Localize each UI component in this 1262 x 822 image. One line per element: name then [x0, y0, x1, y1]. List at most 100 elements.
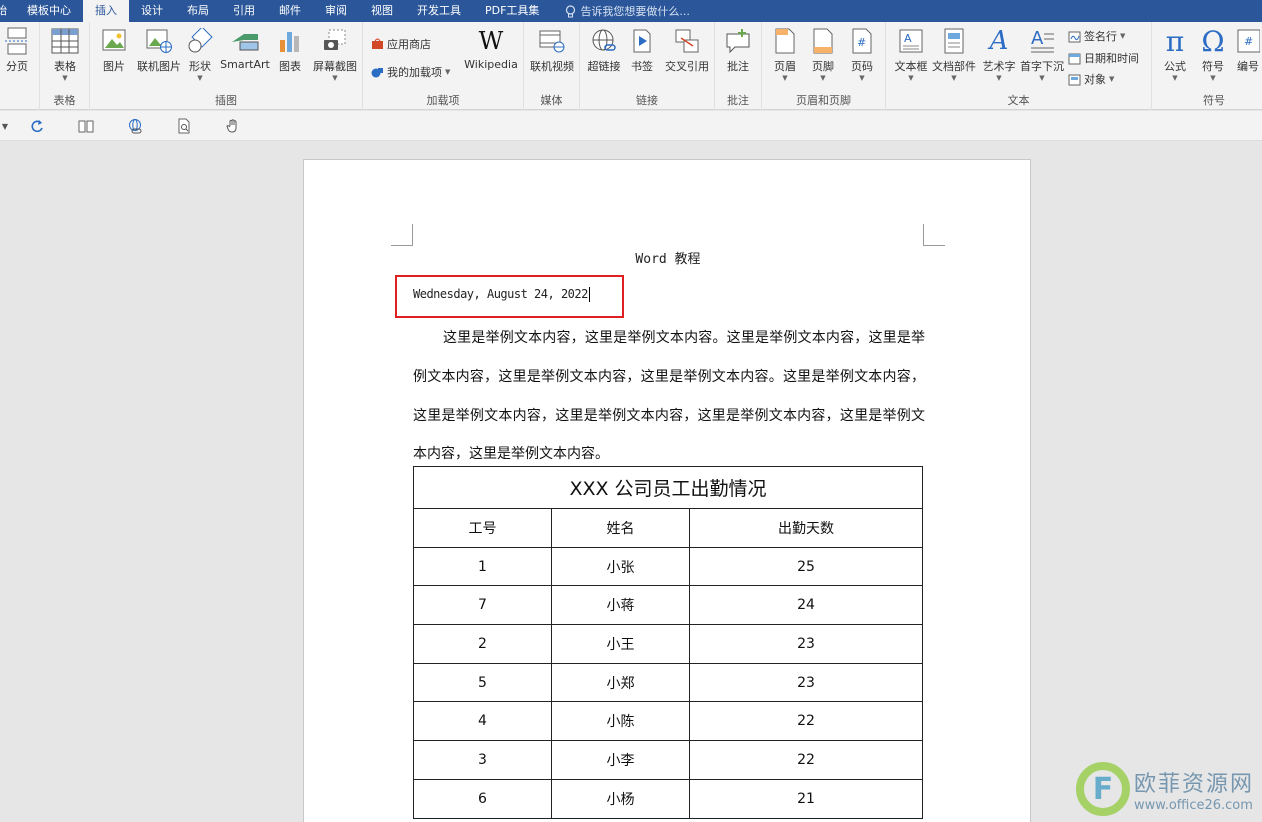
online-video-button[interactable]: 联机视频 [528, 25, 576, 87]
table-icon [51, 28, 79, 54]
table-row: 6 小杨 21 [413, 778, 923, 819]
textbox-button[interactable]: A 文本框 ▼ [888, 25, 934, 87]
svg-text:#: # [1244, 35, 1253, 48]
cell-id[interactable]: 3 [413, 740, 552, 780]
shapes-button[interactable]: 形状 ▼ [180, 25, 220, 87]
drop-cap-label: 首字下沉 [1020, 60, 1064, 73]
cell-name[interactable]: 小张 [551, 546, 690, 587]
object-button[interactable]: 对象 ▼ [1068, 71, 1114, 87]
table-button[interactable]: 表格 ▼ [42, 25, 88, 87]
cell-days[interactable]: 25 [689, 546, 923, 587]
calendar-icon [1068, 53, 1081, 64]
bookmark-button[interactable]: 书签 [620, 25, 664, 87]
cell-id[interactable]: 6 [413, 778, 552, 819]
object-caret-icon: ▼ [1109, 75, 1115, 83]
svg-text:#: # [857, 36, 866, 49]
print-preview-icon[interactable] [175, 117, 193, 135]
group-comments-label: 批注 [727, 94, 749, 107]
wordart-button[interactable]: A 艺术字 ▼ [976, 25, 1022, 87]
online-picture-button[interactable]: 联机图片 [134, 25, 184, 87]
numbering-button[interactable]: # 编号 [1228, 25, 1262, 87]
smartart-button[interactable]: SmartArt [220, 25, 270, 87]
qat-dropdown-icon[interactable]: ▼ [0, 117, 14, 135]
table-title[interactable]: XXX 公司员工出勤情况 [413, 466, 923, 509]
quick-parts-button[interactable]: 文档部件 ▼ [931, 25, 977, 87]
tab-developer[interactable]: 开发工具 [405, 0, 473, 22]
date-time-button[interactable]: 日期和时间 [1068, 50, 1139, 66]
tab-design[interactable]: 设计 [129, 0, 175, 22]
tab-references[interactable]: 引用 [221, 0, 267, 22]
tab-template-center[interactable]: 模板中心 [15, 0, 83, 22]
comment-button[interactable]: 批注 [715, 25, 761, 87]
tab-layout[interactable]: 布局 [175, 0, 221, 22]
chart-button[interactable]: 图表 [268, 25, 312, 87]
my-addins-button[interactable]: 我的加载项 ▼ [371, 64, 450, 80]
online-picture-label: 联机图片 [137, 60, 181, 73]
cell-name[interactable]: 小蒋 [551, 585, 690, 626]
cell-days[interactable]: 22 [689, 740, 923, 780]
cell-name[interactable]: 小李 [551, 740, 690, 780]
omega-icon: Ω [1201, 24, 1225, 58]
cross-reference-button[interactable]: 交叉引用 [662, 25, 712, 87]
cell-id[interactable]: 1 [413, 546, 552, 587]
signature-label: 签名行 [1084, 30, 1117, 43]
translate-icon[interactable] [126, 117, 144, 135]
group-text: A 文本框 ▼ 文档部件 ▼ A 艺术字 ▼ A 首字下沉 ▼ 签名行 ▼ 日期… [886, 22, 1152, 110]
cell-id[interactable]: 7 [413, 585, 552, 626]
screenshot-button[interactable]: 屏幕截图 ▼ [310, 25, 360, 87]
wordart-icon: A [989, 26, 1009, 56]
site-watermark: F 欧菲资源网 www.office26.com [1075, 762, 1254, 816]
smartart-icon [232, 34, 259, 51]
body-paragraph[interactable]: 这里是举例文本内容，这里是举例文本内容。这里是举例文本内容，这里是举例文本内容，… [413, 319, 925, 474]
my-addins-caret-icon: ▼ [445, 68, 451, 76]
cell-days[interactable]: 23 [689, 662, 923, 703]
header-cell-days[interactable]: 出勤天数 [689, 508, 923, 548]
page-number-label: 页码 [851, 60, 873, 73]
redo-icon[interactable] [28, 117, 46, 135]
screenshot-label: 屏幕截图 [313, 60, 357, 73]
cell-days[interactable]: 24 [689, 585, 923, 626]
drop-cap-button[interactable]: A 首字下沉 ▼ [1017, 25, 1067, 87]
page-header-text[interactable]: Word 教程 [304, 248, 1032, 267]
wikipedia-icon: W [478, 27, 504, 55]
cell-name[interactable]: 小杨 [551, 778, 690, 819]
lightbulb-icon [566, 4, 576, 17]
cell-id[interactable]: 2 [413, 624, 552, 664]
tab-insert[interactable]: 插入 [83, 0, 129, 22]
picture-button[interactable]: 图片 [91, 25, 137, 87]
group-table: 表格 ▼ 表格 [40, 22, 90, 110]
group-header-footer-label: 页眉和页脚 [796, 94, 851, 107]
cell-days[interactable]: 23 [689, 624, 923, 664]
signature-caret-icon: ▼ [1120, 32, 1126, 40]
cell-name[interactable]: 小郑 [551, 662, 690, 703]
group-links: 超链接 书签 交叉引用 链接 [580, 22, 715, 110]
document-page[interactable]: Word 教程 Wednesday, August 24, 2022 这里是举例… [303, 159, 1031, 822]
tab-pdf-tools[interactable]: PDF工具集 [473, 0, 551, 22]
header-label: 页眉 [774, 60, 796, 73]
cell-name[interactable]: 小陈 [551, 701, 690, 742]
store-button[interactable]: 应用商店 [371, 36, 431, 52]
group-table-label: 表格 [53, 94, 76, 107]
tab-mailings[interactable]: 邮件 [267, 0, 313, 22]
attendance-table[interactable]: XXX 公司员工出勤情况 工号 姓名 出勤天数 1 小张 25 7 小蒋 2 4 … [413, 466, 923, 819]
wikipedia-button[interactable]: W Wikipedia [463, 25, 519, 87]
store-icon [372, 38, 383, 49]
tab-review[interactable]: 审阅 [313, 0, 359, 22]
tab-home[interactable]: 始 [0, 0, 15, 22]
signature-line-button[interactable]: 签名行 ▼ [1068, 28, 1125, 44]
wikipedia-label: Wikipedia [464, 58, 518, 71]
cell-id[interactable]: 4 [413, 701, 552, 742]
cell-days[interactable]: 21 [689, 778, 923, 819]
cell-name[interactable]: 小王 [551, 624, 690, 664]
tell-me-box[interactable]: 告诉我您想要做什么... [565, 3, 690, 19]
tab-view[interactable]: 视图 [359, 0, 405, 22]
page-break-button[interactable]: 分页 [0, 25, 40, 87]
header-cell-id[interactable]: 工号 [413, 508, 552, 548]
header-cell-name[interactable]: 姓名 [551, 508, 690, 548]
inserted-date[interactable]: Wednesday, August 24, 2022 [413, 287, 590, 302]
touch-mode-icon[interactable] [224, 117, 242, 135]
two-pages-icon[interactable] [77, 117, 95, 135]
cell-id[interactable]: 5 [413, 662, 552, 703]
page-number-button[interactable]: # 页码 ▼ [839, 25, 885, 87]
cell-days[interactable]: 22 [689, 701, 923, 742]
